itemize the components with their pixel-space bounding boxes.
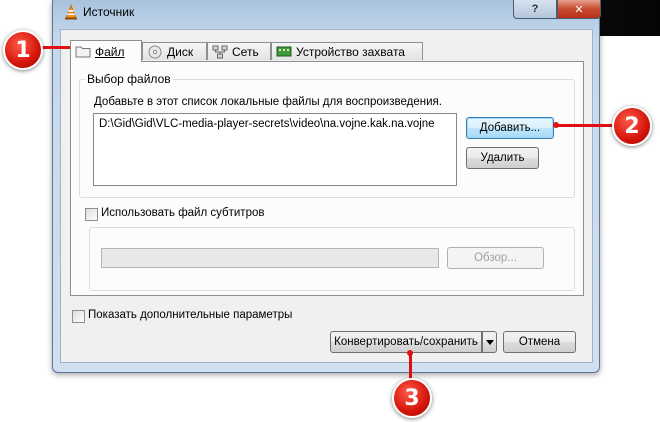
file-selection-description: Добавьте в этот список локальные файлы д… bbox=[94, 96, 442, 108]
remove-button-label: Удалить bbox=[480, 152, 525, 164]
title-bar: Источник ? ✕ bbox=[53, 0, 601, 24]
close-button[interactable]: ✕ bbox=[557, 0, 601, 19]
network-icon bbox=[212, 45, 228, 59]
caption-buttons: ? ✕ bbox=[513, 0, 601, 20]
callout-2-line bbox=[556, 124, 616, 127]
browse-button[interactable]: Обзор... bbox=[447, 247, 544, 269]
disc-icon bbox=[147, 45, 163, 59]
show-more-options-label: Показать дополнительные параметры bbox=[88, 309, 293, 321]
convert-dropdown-button[interactable] bbox=[482, 331, 497, 353]
callout-3-dot bbox=[407, 350, 413, 356]
callout-1-line bbox=[40, 46, 74, 49]
help-button[interactable]: ? bbox=[513, 0, 557, 19]
browse-button-label: Обзор... bbox=[474, 252, 517, 264]
remove-button[interactable]: Удалить bbox=[466, 147, 539, 169]
list-item[interactable]: D:\Gid\Gid\VLC-media-player-secrets\vide… bbox=[94, 114, 456, 134]
callout-2-dot bbox=[553, 122, 559, 128]
callout-2-number: 2 bbox=[624, 113, 640, 139]
callout-1-number: 1 bbox=[15, 37, 31, 63]
cancel-button[interactable]: Отмена bbox=[503, 331, 576, 353]
vlc-cone-icon bbox=[65, 4, 77, 20]
close-icon: ✕ bbox=[574, 3, 584, 16]
tab-network-label: Сеть bbox=[232, 44, 259, 59]
file-selection-label: Выбор файлов bbox=[85, 72, 173, 86]
tab-capture-device-label: Устройство захвата bbox=[296, 44, 405, 59]
tab-file-label: Файл bbox=[95, 44, 125, 59]
window-title: Источник bbox=[83, 5, 135, 19]
use-subtitles-label: Использовать файл субтитров bbox=[101, 207, 265, 219]
tab-network[interactable]: Сеть bbox=[207, 42, 271, 60]
subtitle-path-field[interactable] bbox=[101, 248, 439, 268]
tab-capture-device[interactable]: Устройство захвата bbox=[271, 42, 423, 60]
callout-badge-1: 1 bbox=[3, 30, 43, 70]
show-more-options-checkbox[interactable] bbox=[72, 310, 85, 323]
tab-file[interactable]: Файл bbox=[70, 40, 142, 62]
add-button-label: Добавить... bbox=[479, 122, 541, 134]
help-icon: ? bbox=[531, 3, 539, 15]
file-list[interactable]: D:\Gid\Gid\VLC-media-player-secrets\vide… bbox=[93, 113, 457, 186]
chevron-down-icon bbox=[485, 339, 494, 345]
tab-disc[interactable]: Диск bbox=[142, 42, 207, 60]
callout-badge-2: 2 bbox=[612, 106, 652, 146]
folder-icon bbox=[75, 45, 91, 59]
tab-disc-label: Диск bbox=[167, 44, 194, 59]
convert-save-button[interactable]: Конвертировать/сохранить bbox=[330, 331, 482, 353]
add-button[interactable]: Добавить... bbox=[466, 117, 554, 139]
callout-3-number: 3 bbox=[404, 385, 420, 411]
convert-save-label: Конвертировать/сохранить bbox=[334, 336, 478, 348]
cancel-button-label: Отмена bbox=[518, 336, 561, 348]
capture-device-icon bbox=[276, 45, 292, 59]
use-subtitles-checkbox[interactable] bbox=[85, 208, 98, 221]
callout-badge-3: 3 bbox=[392, 378, 432, 418]
